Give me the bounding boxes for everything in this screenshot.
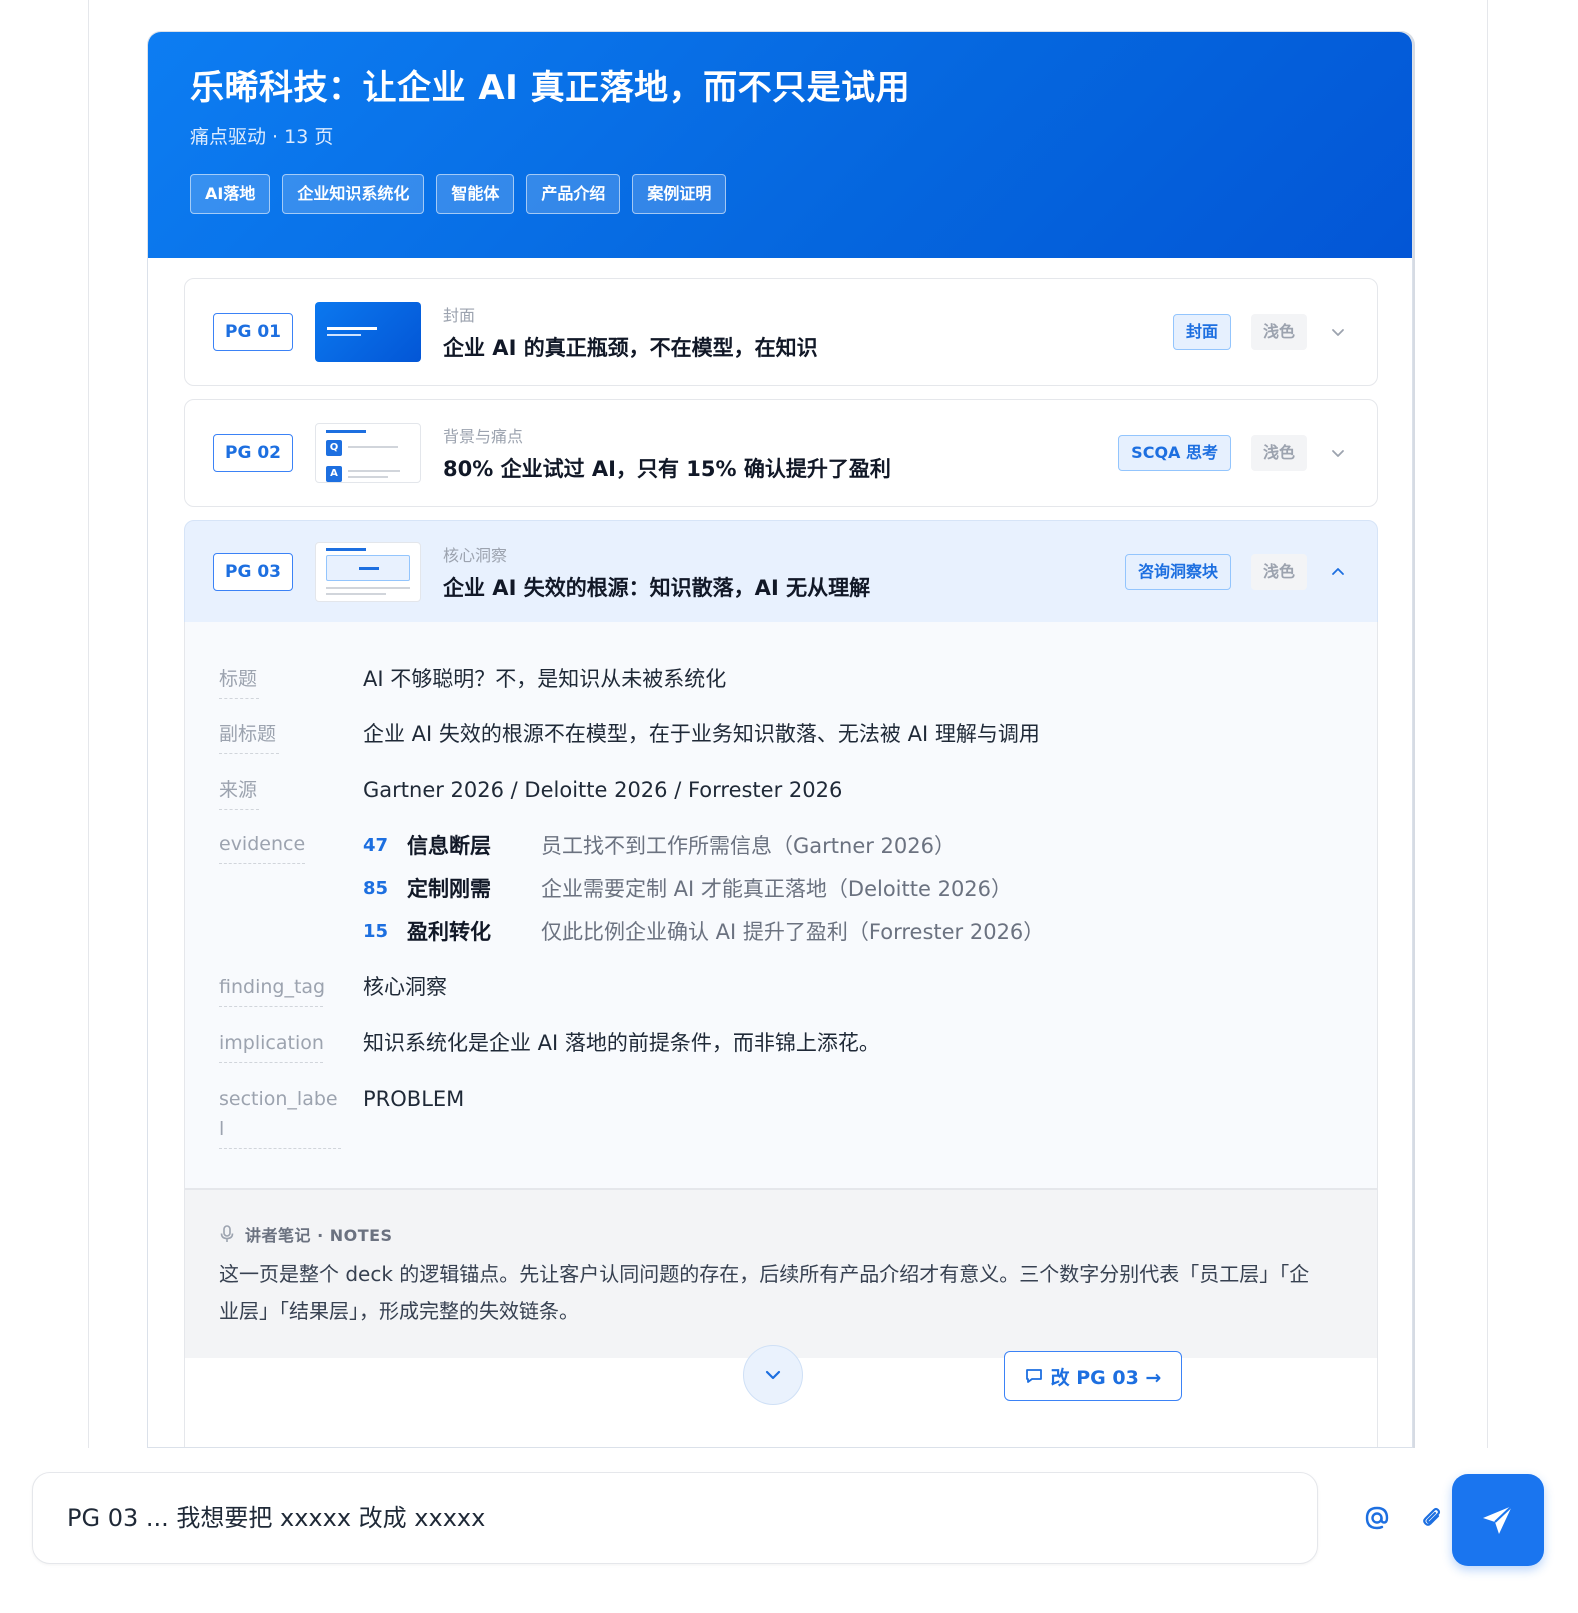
evidence-desc: 企业需要定制 AI 才能真正落地（Deloitte 2026） (541, 877, 1013, 901)
evidence-desc: 员工找不到工作所需信息（Gartner 2026） (541, 834, 955, 858)
deck-tags: AI落地 企业知识系统化 智能体 产品介绍 案例证明 (190, 174, 1370, 214)
send-button[interactable] (1452, 1474, 1544, 1566)
chevron-down-icon[interactable] (1329, 323, 1347, 341)
theme-badge[interactable]: 浅色 (1251, 314, 1307, 350)
tag[interactable]: 产品介绍 (526, 174, 621, 214)
tag[interactable]: 企业知识系统化 (282, 174, 425, 214)
microphone-icon (220, 1225, 234, 1242)
tag[interactable]: AI落地 (190, 174, 271, 214)
field-value[interactable]: 知识系统化是企业 AI 落地的前提条件，而非锦上添花。 (363, 1028, 880, 1058)
notes-heading: 讲者笔记 · NOTES (245, 1226, 393, 1245)
send-icon (1483, 1505, 1513, 1534)
field-label: section_label (219, 1084, 341, 1149)
page-badge: PG 01 (213, 313, 293, 351)
slide-row-pg01[interactable]: PG 01 封面 企业 AI 的真正瓶颈，不在模型，在知识 封面 浅色 (184, 278, 1378, 386)
field-label: implication (219, 1028, 324, 1063)
evidence-number: 85 (363, 878, 389, 899)
deck-card: 乐晞科技：让企业 AI 真正落地，而不只是试用 痛点驱动 · 13 页 AI落地… (147, 31, 1413, 1448)
evidence-number: 15 (363, 921, 389, 942)
speaker-notes: 讲者笔记 · NOTES 这一页是整个 deck 的逻辑锚点。先让客户认同问题的… (184, 1188, 1378, 1358)
deck-subtitle: 痛点驱动 · 13 页 (190, 126, 334, 148)
field-label: 副标题 (219, 719, 279, 754)
page-badge: PG 02 (213, 434, 293, 472)
field-label: 标题 (219, 664, 259, 699)
layout-type-badge[interactable]: 封面 (1172, 314, 1231, 350)
field-value[interactable]: 企业 AI 失效的根源不在模型，在于业务知识散落、无法被 AI 理解与调用 (363, 719, 1040, 749)
field-value[interactable]: PROBLEM (363, 1084, 464, 1114)
scroll-down-button[interactable] (743, 1345, 803, 1405)
slide-kicker: 背景与痛点 (443, 427, 524, 446)
evidence-name: 信息断层 (407, 834, 491, 858)
slide-detail-panel: 标题 AI 不够聪明？不，是知识从未被系统化 副标题 企业 AI 失效的根源不在… (184, 622, 1378, 1190)
edit-page-label: 改 PG 03 → (1050, 1366, 1162, 1389)
theme-badge[interactable]: 浅色 (1251, 554, 1307, 590)
page-badge: PG 03 (213, 553, 293, 591)
evidence-name: 定制刚需 (407, 877, 491, 901)
message-input[interactable] (67, 1501, 1267, 1529)
layout-type-badge[interactable]: SCQA 思考 (1118, 435, 1231, 471)
edit-page-button[interactable]: 改 PG 03 → (1004, 1351, 1182, 1401)
slide-thumbnail: Q A (315, 423, 421, 483)
layout-type-badge[interactable]: 咨询洞察块 (1124, 554, 1231, 590)
chevron-down-icon (765, 1370, 781, 1380)
comment-icon (1025, 1369, 1042, 1383)
slide-row-pg02[interactable]: PG 02 Q A 背景与痛点 80% 企业试过 AI，只有 15% 确认提升了… (184, 399, 1378, 507)
chevron-down-icon[interactable] (1329, 444, 1347, 462)
slide-title: 企业 AI 的真正瓶颈，不在模型，在知识 (443, 336, 818, 360)
chevron-up-icon[interactable] (1329, 563, 1347, 581)
field-value[interactable]: Gartner 2026 / Deloitte 2026 / Forrester… (363, 775, 842, 805)
field-label: evidence (219, 829, 305, 864)
deck-title: 乐晞科技：让企业 AI 真正落地，而不只是试用 (190, 68, 911, 108)
field-label: finding_tag (219, 972, 325, 1007)
slide-thumbnail (315, 542, 421, 602)
tag[interactable]: 智能体 (436, 174, 515, 214)
slide-row-pg03[interactable]: PG 03 核心洞察 企业 AI 失效的根源：知识散落，AI 无从理解 咨询洞察… (184, 520, 1378, 624)
slide-thumbnail (315, 302, 421, 362)
at-icon (1365, 1506, 1389, 1530)
message-composer (32, 1472, 1318, 1564)
theme-badge[interactable]: 浅色 (1251, 435, 1307, 471)
notes-body[interactable]: 这一页是整个 deck 的逻辑锚点。先让客户认同问题的存在，后续所有产品介绍才有… (219, 1256, 1319, 1330)
tag[interactable]: 案例证明 (632, 174, 727, 214)
attach-button[interactable] (1414, 1500, 1450, 1536)
mention-button[interactable] (1359, 1500, 1395, 1536)
field-label: 来源 (219, 775, 259, 810)
slide-kicker: 封面 (443, 306, 476, 325)
field-value[interactable]: AI 不够聪明？不，是知识从未被系统化 (363, 664, 726, 694)
slide-title: 80% 企业试过 AI，只有 15% 确认提升了盈利 (443, 457, 891, 481)
evidence-number: 47 (363, 835, 389, 856)
slide-kicker: 核心洞察 (443, 546, 508, 565)
evidence-desc: 仅此比例企业确认 AI 提升了盈利（Forrester 2026） (541, 920, 1045, 944)
field-value[interactable]: 核心洞察 (363, 972, 447, 1002)
evidence-name: 盈利转化 (407, 920, 491, 944)
slide-title: 企业 AI 失效的根源：知识散落，AI 无从理解 (443, 576, 871, 600)
deck-hero: 乐晞科技：让企业 AI 真正落地，而不只是试用 痛点驱动 · 13 页 AI落地… (148, 32, 1412, 258)
paperclip-icon (1423, 1507, 1441, 1526)
